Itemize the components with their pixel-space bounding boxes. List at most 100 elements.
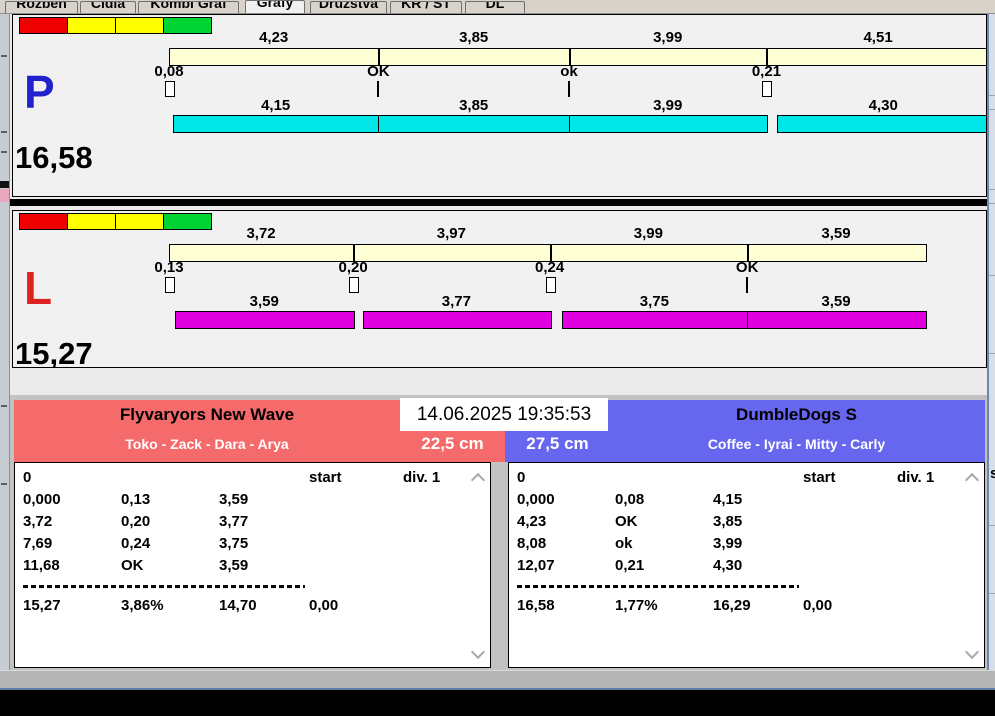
table-cell: 12,07 [517, 557, 555, 574]
table-cell: 11,68 [23, 557, 60, 574]
tab-label: Čidla [90, 1, 126, 11]
traffic-light-legend [19, 17, 212, 34]
table-cell: start [309, 469, 342, 486]
tab-dru-stva[interactable]: Družstva [310, 1, 387, 13]
strip-mark [989, 353, 995, 354]
table-cell: 0 [517, 469, 526, 486]
table-cell: ok [615, 535, 633, 552]
table-cell: 3,59 [219, 491, 249, 508]
totals-separator [23, 585, 305, 588]
scroll-down-icon[interactable] [470, 644, 486, 660]
upper-split-value: 3,99 [653, 29, 683, 46]
team-left-name: Flyvaryors New Wave [119, 405, 295, 424]
right-edge-strip: s [987, 13, 995, 670]
scroll-up-icon[interactable] [964, 472, 980, 488]
upper-split-value: 3,99 [633, 225, 663, 242]
table-cell: 0,21 [615, 557, 645, 574]
table-cell: 0,13 [121, 491, 151, 508]
table-cell: 1,77% [615, 597, 658, 614]
strip-mark [1, 151, 7, 153]
table-cell: 0 [23, 469, 32, 486]
exchange-gap-marker-icon [165, 277, 175, 293]
legend-color-box [115, 213, 164, 230]
table-cell: 0,08 [615, 491, 645, 508]
team-right-name: DumbleDogs S [736, 405, 857, 424]
team-left-results-list[interactable]: 0 start div. 1 0,000 0,13 3,59 3,72 0,20 3,77 7,6… [14, 462, 491, 668]
legend-color-box [67, 17, 116, 34]
tab-grafy[interactable]: Grafy [245, 0, 305, 13]
table-cell: 3,59 [219, 557, 249, 574]
lower-split-value: 3,99 [653, 97, 683, 114]
tab--idla[interactable]: Čidla [80, 1, 136, 13]
table-cell: 7,69 [23, 535, 53, 552]
exchange-gap-marker-icon [349, 277, 360, 293]
graph-lane-p: P 16,58 4,23 3,85 3,99 4,51 0,08 4,15 OK 3,85 ok… [12, 14, 987, 197]
exchange-gap-marker-icon [545, 277, 556, 293]
team-left-distance: 22,5 cm [421, 434, 484, 453]
strip-mark [989, 109, 995, 110]
tab-kr-st[interactable]: KR / ST [390, 1, 462, 13]
lower-split-bar-segment [172, 115, 381, 133]
traffic-light-legend [19, 213, 212, 230]
table-cell: 14,70 [219, 597, 257, 614]
datetime-display: 14.06.2025 19:35:53 [400, 398, 608, 431]
exchange-ok-marker-icon [567, 81, 570, 97]
table-cell: 3,86% [121, 597, 164, 614]
table-cell: div. 1 [897, 469, 935, 486]
table-cell: 4,15 [713, 491, 743, 508]
team-right-distance: 27,5 cm [526, 434, 589, 453]
team-right-results-list[interactable]: 0 start div. 1 0,000 0,08 4,15 4,23 OK 3,85 8,08 o… [508, 462, 985, 668]
strip-mark [1, 55, 7, 57]
legend-color-box [115, 17, 164, 34]
strip-mark [989, 95, 995, 96]
table-cell: div. 1 [403, 469, 441, 486]
tab-bar: Rozběh Čidla Kombi Graf Grafy Družstva KR / S… [0, 0, 995, 14]
totals-separator [517, 585, 799, 588]
exchange-value: OK [735, 259, 759, 276]
table-cell: 4,30 [713, 557, 743, 574]
exchange-value: ok [560, 63, 578, 80]
legend-color-box [67, 213, 116, 230]
table-cell: 0,20 [121, 513, 151, 530]
lower-split-value: 4,15 [261, 97, 291, 114]
tab-kombi-graf[interactable]: Kombi Graf [138, 1, 239, 13]
tab-rozb-h[interactable]: Rozběh [5, 1, 78, 13]
lower-split-bar-segment [378, 115, 571, 133]
table-cell: 0,00 [803, 597, 833, 614]
tab-label: Kombi Graf [150, 1, 227, 11]
lower-split-value: 3,59 [249, 293, 279, 310]
scroll-up-icon[interactable] [470, 472, 486, 488]
table-cell: 16,58 [517, 597, 555, 614]
scroll-down-icon[interactable] [964, 644, 980, 660]
table-cell: 3,77 [219, 513, 249, 530]
exchange-ok-marker-icon [746, 277, 749, 293]
table-cell: 3,72 [23, 513, 53, 530]
graph-lane-l: L 15,27 3,72 3,97 3,99 3,59 0,13 3,59 0,20 3,77… [12, 210, 987, 368]
table-cell: OK [121, 557, 144, 574]
clipped-text: s [990, 465, 995, 482]
lower-split-value: 3,85 [459, 97, 489, 114]
table-cell: 0,000 [517, 491, 555, 508]
strip-mark [989, 189, 995, 190]
lower-split-bar-segment [568, 115, 769, 133]
strip-mark [0, 181, 9, 188]
tab-label: Družstva [318, 1, 379, 11]
strip-mark [989, 525, 995, 526]
strip-mark [989, 203, 995, 204]
table-cell: 0,24 [121, 535, 151, 552]
upper-split-value: 4,23 [259, 29, 289, 46]
flyball-timing-app: Rozběh Čidla Kombi Graf Grafy Družstva KR / S… [0, 0, 995, 716]
team-left-members: Toko - Zack - Dara - Arya [125, 436, 289, 452]
upper-split-value: 3,97 [436, 225, 466, 242]
lower-split-value: 3,75 [639, 293, 669, 310]
tab-dl[interactable]: DL [465, 1, 525, 13]
lower-split-bar-segment [747, 311, 927, 329]
upper-split-value: 3,72 [246, 225, 276, 242]
strip-mark [1, 483, 7, 485]
status-bar [0, 670, 995, 690]
tab-label: Grafy [256, 0, 294, 10]
table-cell: start [803, 469, 836, 486]
left-edge-strip [0, 13, 10, 670]
exchange-value: OK [367, 63, 390, 80]
section-divider [10, 199, 987, 206]
